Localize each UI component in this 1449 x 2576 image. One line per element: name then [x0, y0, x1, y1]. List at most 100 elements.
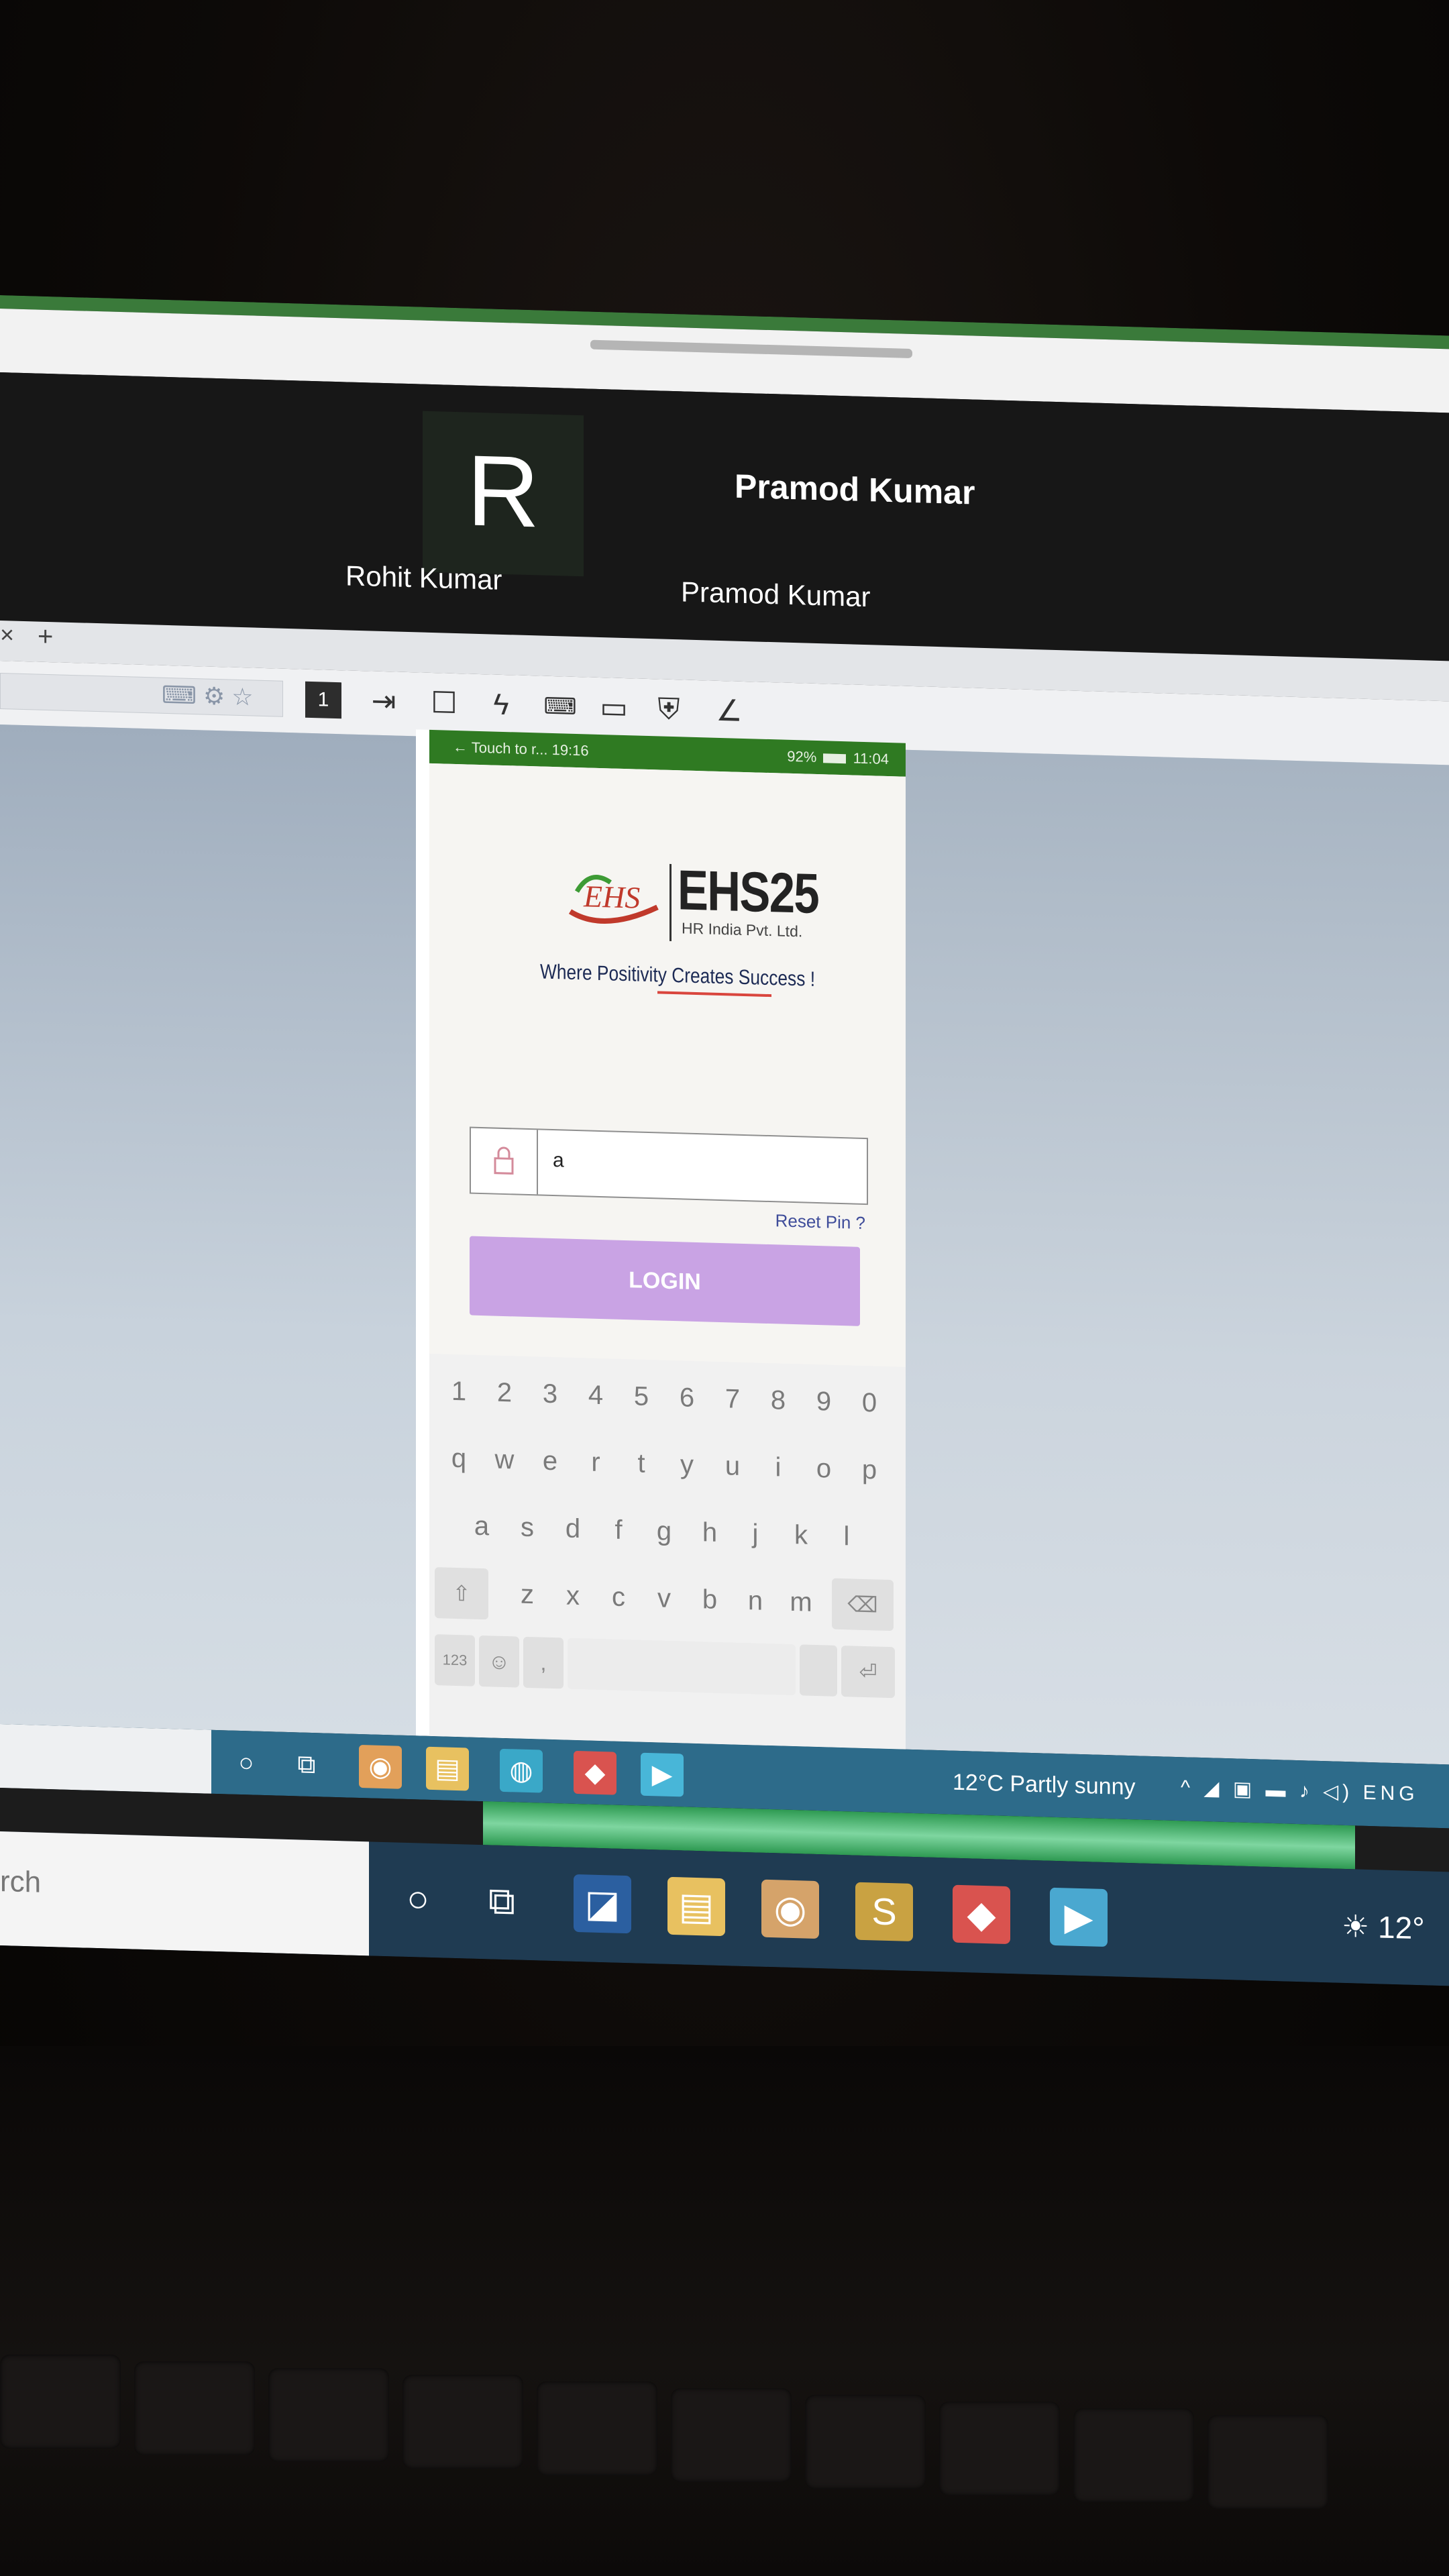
reset-pin-link[interactable]: Reset Pin ?	[775, 1210, 865, 1234]
local-chrome-icon[interactable]: ◉	[761, 1879, 819, 1939]
local-sublime-icon[interactable]: S	[855, 1882, 913, 1942]
key-g[interactable]: g	[641, 1501, 687, 1562]
key-f[interactable]: f	[596, 1499, 641, 1561]
local-weather-widget[interactable]: ☀ 12°	[1342, 1908, 1425, 1946]
weather-widget[interactable]: 12°C Partly sunny	[953, 1770, 1136, 1801]
participant-label-pramod[interactable]: Pramod Kumar	[735, 467, 975, 513]
laptop-key	[402, 2375, 523, 2469]
app-icon[interactable]: ◍	[500, 1748, 543, 1793]
key-1[interactable]: 1	[436, 1360, 482, 1422]
key-3[interactable]: 3	[527, 1363, 573, 1425]
key-o[interactable]: o	[801, 1438, 847, 1499]
key-7[interactable]: 7	[710, 1368, 755, 1430]
cortana-icon[interactable]: ○	[225, 1741, 268, 1785]
enter-icon[interactable]: ⏎	[841, 1646, 895, 1699]
key-period[interactable]	[800, 1644, 837, 1697]
shield-icon[interactable]: ⛨	[651, 691, 687, 729]
chat-icon[interactable]: ☐	[426, 685, 462, 722]
key-x[interactable]: x	[550, 1565, 596, 1627]
key-k[interactable]: k	[778, 1504, 824, 1566]
laptop-key	[1073, 2408, 1194, 2502]
key-0[interactable]: 0	[847, 1372, 892, 1434]
key-9[interactable]: 9	[801, 1371, 847, 1432]
key-2[interactable]: 2	[482, 1362, 527, 1424]
local-zoom-icon[interactable]: ▶	[1050, 1887, 1108, 1947]
key-t[interactable]: t	[619, 1433, 664, 1495]
participant-tile-rohit[interactable]: R	[423, 411, 584, 577]
laptop-key	[671, 2388, 792, 2482]
task-view-icon[interactable]: ⧉	[285, 1743, 328, 1787]
key-123[interactable]: 123	[435, 1634, 475, 1686]
remote-desktop-background-left	[0, 724, 416, 1736]
key-e[interactable]: e	[527, 1430, 573, 1492]
pin-input-value[interactable]: a	[553, 1149, 564, 1172]
key-w[interactable]: w	[482, 1429, 527, 1491]
key-l[interactable]: l	[824, 1505, 869, 1567]
key-p[interactable]: p	[847, 1439, 892, 1501]
laptop-key	[268, 2368, 389, 2462]
shift-icon[interactable]: ⇧	[435, 1567, 488, 1620]
pen-icon[interactable]: ∠	[711, 693, 747, 731]
local-app-icon[interactable]: ◪	[574, 1874, 631, 1934]
close-tab-icon[interactable]: ×	[0, 621, 14, 649]
local-file-explorer-icon[interactable]: ▤	[667, 1876, 725, 1937]
key-comma[interactable]: ,	[523, 1636, 564, 1689]
monitor-select-button[interactable]: 1	[305, 681, 341, 719]
chrome-icon[interactable]: ◉	[359, 1744, 402, 1789]
brand-tagline: Where Positivity Creates Success !	[540, 959, 816, 991]
space-bar[interactable]	[568, 1638, 796, 1696]
key-6[interactable]: 6	[664, 1367, 710, 1429]
key-h[interactable]: h	[687, 1502, 733, 1564]
lightning-icon[interactable]: ϟ	[483, 686, 519, 724]
anydesk-icon[interactable]: ◆	[574, 1750, 616, 1795]
back-arrow-icon[interactable]: ←	[453, 739, 468, 756]
participant-video-strip: R Rohit Kumar Pramod Kumar Pramod Kumar	[0, 372, 1449, 661]
key-4[interactable]: 4	[573, 1364, 619, 1426]
zoom-icon[interactable]: ▶	[641, 1752, 684, 1797]
remote-search-area[interactable]	[0, 1724, 211, 1794]
toolbar-address-area[interactable]: ⌨ ⚙ ☆	[0, 673, 283, 717]
pin-field[interactable]: a	[470, 1126, 868, 1205]
key-a[interactable]: a	[459, 1495, 504, 1557]
avatar-letter: R	[466, 433, 540, 549]
laptop-key	[537, 2381, 657, 2475]
brand-name: EHS25	[678, 858, 819, 926]
key-j[interactable]: j	[733, 1503, 778, 1565]
sun-cloud-icon: ☀	[1342, 1908, 1370, 1945]
status-time-left: 19:16	[551, 741, 589, 759]
key-b[interactable]: b	[687, 1569, 733, 1631]
transfer-icon[interactable]: ⇥	[366, 683, 402, 720]
key-z[interactable]: z	[504, 1564, 550, 1625]
key-s[interactable]: s	[504, 1497, 550, 1558]
tray-icons: ^ ◢ ▣ ▬ ♪ ◁)	[1181, 1776, 1354, 1804]
language-indicator[interactable]: ENG	[1363, 1782, 1419, 1805]
key-u[interactable]: u	[710, 1436, 755, 1497]
keyboard-icon[interactable]: ⌨	[537, 688, 584, 725]
laptop-keyboard-area	[0, 2046, 1449, 2576]
local-cortana-icon[interactable]: ○	[389, 1869, 447, 1928]
display-icon[interactable]: ▭	[594, 690, 634, 727]
key-q[interactable]: q	[436, 1428, 482, 1489]
key-8[interactable]: 8	[755, 1369, 801, 1431]
key-y[interactable]: y	[664, 1434, 710, 1496]
backspace-icon[interactable]: ⌫	[832, 1578, 894, 1631]
file-explorer-icon[interactable]: ▤	[426, 1746, 469, 1791]
local-anydesk-icon[interactable]: ◆	[953, 1884, 1010, 1945]
key-d[interactable]: d	[550, 1498, 596, 1560]
key-5[interactable]: 5	[619, 1366, 664, 1428]
drag-handle[interactable]	[590, 339, 912, 358]
screen-content: R Rohit Kumar Pramod Kumar Pramod Kumar …	[0, 295, 1449, 1986]
system-tray[interactable]: ^ ◢ ▣ ▬ ♪ ◁) ENG	[1181, 1776, 1419, 1806]
key-r[interactable]: r	[573, 1432, 619, 1493]
local-task-view-icon[interactable]: ⧉	[473, 1872, 531, 1931]
emoji-icon[interactable]: ☺	[479, 1635, 519, 1688]
local-search-box[interactable]: rch	[0, 1831, 369, 1956]
key-c[interactable]: c	[596, 1566, 641, 1628]
keyboard-bottom-row: ⇧ z x c v b n m ⌫	[429, 1562, 906, 1635]
key-i[interactable]: i	[755, 1436, 801, 1498]
key-v[interactable]: v	[641, 1568, 687, 1629]
key-m[interactable]: m	[778, 1571, 824, 1633]
new-tab-icon[interactable]: +	[38, 622, 53, 653]
key-n[interactable]: n	[733, 1570, 778, 1632]
login-button[interactable]: LOGIN	[470, 1236, 860, 1326]
